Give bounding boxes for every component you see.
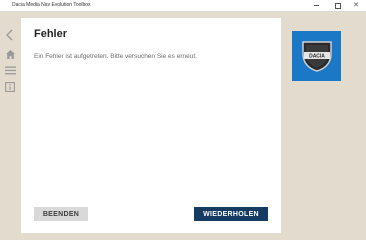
minimize-button[interactable] <box>306 0 326 11</box>
info-button[interactable] <box>4 81 16 93</box>
dialog-title: Fehler <box>34 28 68 40</box>
app-title: Dacia Media Nav Evolution Toolbox <box>12 2 91 8</box>
info-icon <box>5 82 15 92</box>
menu-button[interactable] <box>4 64 16 76</box>
back-button[interactable] <box>4 29 16 41</box>
home-icon <box>5 49 15 59</box>
home-button[interactable] <box>4 48 16 60</box>
minimize-icon <box>313 5 319 6</box>
svg-text:DACIA: DACIA <box>309 54 325 60</box>
close-icon: ✕ <box>353 2 359 9</box>
menu-icon <box>4 66 16 74</box>
close-button[interactable]: ✕ <box>346 0 366 11</box>
brand-logo-tile: DACIA <box>292 31 341 81</box>
error-dialog: Fehler Ein Fehler ist aufgetreten. Bitte… <box>21 18 281 233</box>
maximize-icon <box>335 2 341 9</box>
quit-button[interactable]: BEENDEN <box>34 207 88 221</box>
maximize-button[interactable] <box>328 0 348 11</box>
title-bar: Dacia Media Nav Evolution Toolbox ✕ <box>0 0 366 12</box>
error-message: Ein Fehler ist aufgetreten. Bitte versuc… <box>34 53 197 60</box>
back-icon <box>6 29 13 41</box>
retry-button[interactable]: WIEDERHOLEN <box>194 207 268 221</box>
dacia-logo: DACIA <box>301 41 332 72</box>
